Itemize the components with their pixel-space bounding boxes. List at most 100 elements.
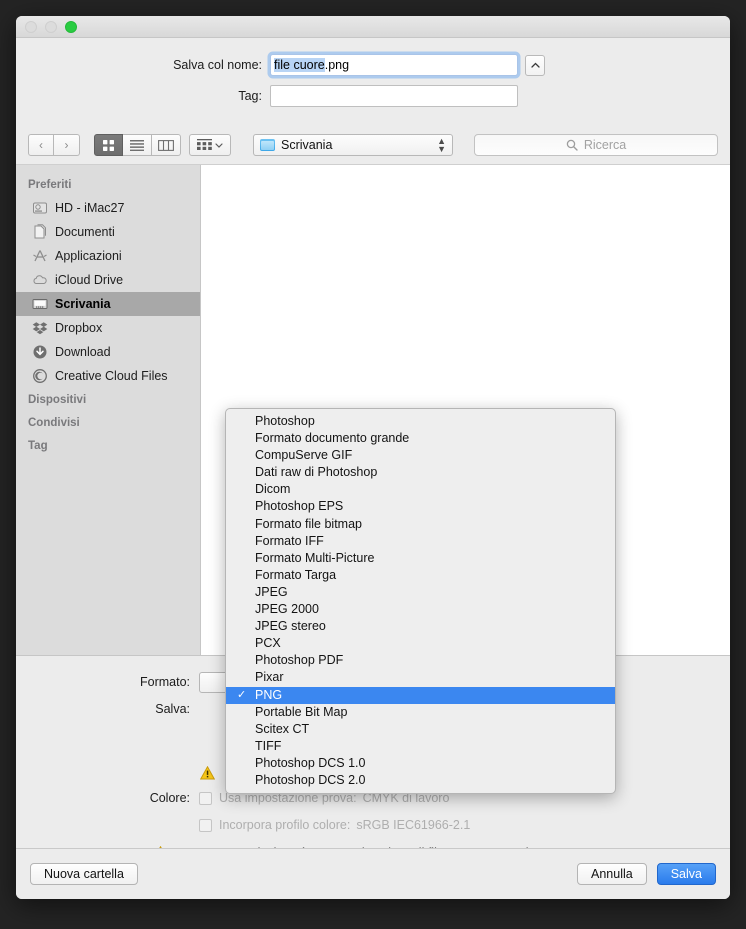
chevron-up-icon[interactable] [525, 55, 545, 76]
sidebar-section-condivisi: Condivisi [16, 411, 200, 434]
traffic-lights [25, 21, 77, 33]
documents-icon [32, 224, 48, 240]
zoom-button[interactable] [65, 21, 77, 33]
format-menu-item-label: PNG [255, 688, 282, 702]
format-menu-item[interactable]: Photoshop [226, 413, 615, 430]
dropbox-icon [32, 320, 48, 336]
format-menu-item[interactable]: Formato Multi-Picture [226, 550, 615, 567]
location-dropdown[interactable]: Scrivania ▲▼ [253, 134, 453, 156]
filename-extension-text: .png [325, 58, 349, 72]
close-button[interactable] [25, 21, 37, 33]
desktop-icon [32, 296, 48, 312]
creativecloud-icon [32, 368, 48, 384]
sidebar-section-dispositivi: Dispositivi [16, 388, 200, 411]
format-menu-item[interactable]: Formato IFF [226, 533, 615, 550]
format-menu-item-label: JPEG 2000 [255, 602, 319, 616]
sidebar-section-tag: Tag [16, 434, 200, 457]
format-menu-item[interactable]: Formato documento grande [226, 430, 615, 447]
proof-setup-checkbox[interactable] [199, 792, 212, 805]
sidebar-item-label: Scrivania [55, 297, 111, 311]
view-mode-buttons [94, 134, 181, 156]
format-menu-item[interactable]: Portable Bit Map [226, 704, 615, 721]
new-folder-button[interactable]: Nuova cartella [30, 863, 138, 885]
save-form: Salva col nome: file cuore.png Tag: [16, 38, 730, 126]
arrange-button[interactable] [189, 134, 231, 156]
format-menu-item[interactable]: Photoshop EPS [226, 498, 615, 515]
harddrive-icon [32, 200, 48, 216]
sidebar-item-label: Download [55, 345, 111, 359]
format-label: Formato: [16, 675, 199, 689]
sidebar-item-icloud-drive[interactable]: iCloud Drive [16, 268, 200, 292]
format-menu-item[interactable]: Formato file bitmap [226, 516, 615, 533]
format-menu-item[interactable]: Pixar [226, 669, 615, 686]
tag-label: Tag: [16, 89, 270, 103]
format-menu-item-label: Photoshop EPS [255, 499, 343, 513]
format-menu-item[interactable]: Photoshop DCS 2.0 [226, 772, 615, 789]
search-icon [566, 139, 578, 151]
format-menu-item[interactable]: JPEG stereo [226, 618, 615, 635]
warning-triangle-icon [200, 766, 215, 780]
format-menu-item[interactable]: ✓ PNG [226, 687, 615, 704]
color-label: Colore: [16, 791, 199, 805]
navigation-buttons: ‹ › [28, 134, 80, 156]
format-menu-item[interactable]: PCX [226, 635, 615, 652]
format-menu-item[interactable]: Dati raw di Photoshop [226, 464, 615, 481]
sidebar-item-download[interactable]: Download [16, 340, 200, 364]
format-menu-item-label: Dicom [255, 482, 290, 496]
minimize-button[interactable] [45, 21, 57, 33]
format-menu-item[interactable]: CompuServe GIF [226, 447, 615, 464]
titlebar [16, 16, 730, 38]
check-icon: ✓ [237, 687, 246, 704]
format-menu-item[interactable]: Formato Targa [226, 567, 615, 584]
forward-button[interactable]: › [54, 134, 80, 156]
column-view-button[interactable] [152, 134, 181, 156]
format-menu-item-label: Formato file bitmap [255, 517, 362, 531]
format-menu-item-label: Photoshop DCS 1.0 [255, 756, 366, 770]
search-placeholder: Ricerca [584, 138, 626, 152]
filename-selected-text: file cuore [274, 58, 325, 72]
format-menu-item-label: Photoshop [255, 414, 315, 428]
embed-profile-checkbox[interactable] [199, 819, 212, 832]
format-menu-item[interactable]: Dicom [226, 481, 615, 498]
format-menu-item[interactable]: JPEG [226, 584, 615, 601]
sidebar-item-scrivania[interactable]: Scrivania [16, 292, 200, 316]
embed-profile-row: Incorpora profilo colore: sRGB IEC61966-… [16, 813, 730, 837]
format-menu-item-label: Photoshop PDF [255, 653, 343, 667]
icon-view-button[interactable] [94, 134, 123, 156]
format-menu-item[interactable]: TIFF [226, 738, 615, 755]
format-menu-item[interactable]: Scitex CT [226, 721, 615, 738]
back-button[interactable]: ‹ [28, 134, 54, 156]
folder-icon [260, 139, 275, 151]
sidebar-item-label: Creative Cloud Files [55, 369, 168, 383]
sidebar-section-preferiti: Preferiti [16, 173, 200, 196]
list-view-button[interactable] [123, 134, 152, 156]
sidebar-item-documenti[interactable]: Documenti [16, 220, 200, 244]
save-options-label: Salva: [16, 702, 199, 716]
format-menu-item-label: JPEG [255, 585, 288, 599]
tag-row: Tag: [16, 85, 730, 107]
search-field[interactable]: Ricerca [474, 134, 718, 156]
embed-profile-value: sRGB IEC61966-2.1 [356, 818, 470, 832]
applications-icon [32, 248, 48, 264]
sidebar-item-label: HD - iMac27 [55, 201, 124, 215]
cancel-button[interactable]: Annulla [577, 863, 647, 885]
embed-profile-checkbox-row[interactable]: Incorpora profilo colore: sRGB IEC61966-… [199, 813, 470, 837]
format-menu-item-label: Formato documento grande [255, 431, 409, 445]
download-icon [32, 344, 48, 360]
save-button[interactable]: Salva [657, 863, 716, 885]
format-menu-item-label: Dati raw di Photoshop [255, 465, 377, 479]
format-menu-item[interactable]: Photoshop PDF [226, 652, 615, 669]
format-dropdown-menu[interactable]: Photoshop Formato documento grande CompuSe… [225, 408, 616, 794]
sidebar-item-hd-imac27[interactable]: HD - iMac27 [16, 196, 200, 220]
sidebar-item-creative-cloud-files[interactable]: Creative Cloud Files [16, 364, 200, 388]
finder-toolbar: ‹ › Scrivania ▲▼ Ricerca [16, 126, 730, 164]
filename-input[interactable]: file cuore.png [270, 54, 518, 76]
sidebar-item-label: Documenti [55, 225, 115, 239]
sidebar-item-applicazioni[interactable]: Applicazioni [16, 244, 200, 268]
format-menu-item-label: Formato Targa [255, 568, 336, 582]
tag-input[interactable] [270, 85, 518, 107]
sidebar-item-dropbox[interactable]: Dropbox [16, 316, 200, 340]
format-menu-item-label: TIFF [255, 739, 281, 753]
format-menu-item[interactable]: JPEG 2000 [226, 601, 615, 618]
format-menu-item[interactable]: Photoshop DCS 1.0 [226, 755, 615, 772]
